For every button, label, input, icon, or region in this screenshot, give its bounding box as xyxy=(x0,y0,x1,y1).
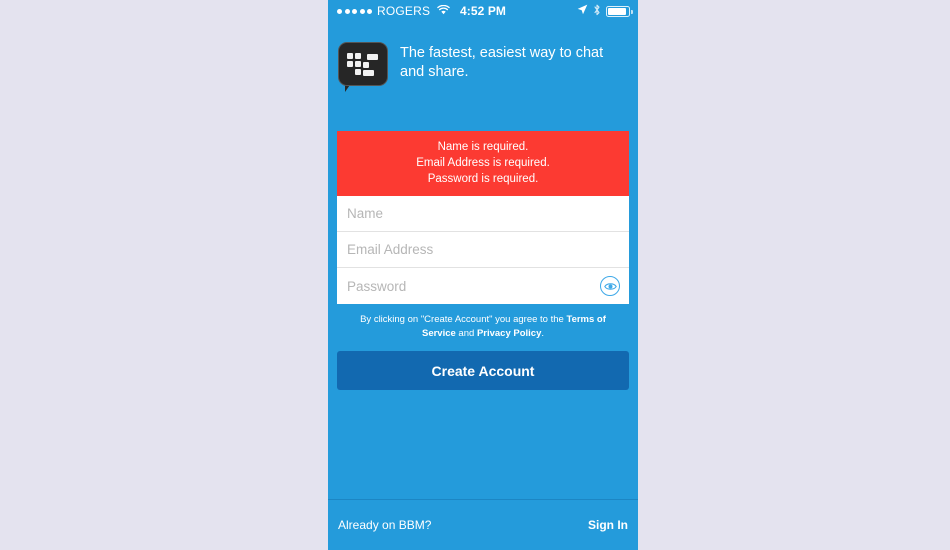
name-input[interactable] xyxy=(347,206,619,221)
email-input[interactable] xyxy=(347,242,619,257)
terms-conjunction: and xyxy=(455,327,477,339)
terms-prefix: By clicking on "Create Account" you agre… xyxy=(360,314,567,325)
battery-icon xyxy=(606,5,633,17)
error-banner: Name is required. Email Address is requi… xyxy=(337,131,629,196)
status-bar-right xyxy=(577,4,633,19)
signup-form: Name is required. Email Address is requi… xyxy=(337,131,629,390)
error-message-email: Email Address is required. xyxy=(416,157,550,169)
password-field-row[interactable] xyxy=(337,268,629,304)
bluetooth-icon xyxy=(593,4,601,19)
email-field-row[interactable] xyxy=(337,232,629,268)
already-on-bbm-label: Already on BBM? xyxy=(338,518,432,532)
phone-screen: ROGERS 4:52 PM The fastest, easiest way … xyxy=(328,0,638,550)
terms-suffix: . xyxy=(541,327,545,339)
sign-in-link[interactable]: Sign In xyxy=(588,518,628,532)
footer-bar: Already on BBM? Sign In xyxy=(328,499,638,550)
input-fields-group xyxy=(337,196,629,304)
password-input[interactable] xyxy=(347,278,619,294)
bbm-logo-icon xyxy=(338,42,388,92)
create-account-button[interactable]: Create Account xyxy=(337,351,629,390)
privacy-policy-link[interactable]: Privacy Policy xyxy=(477,328,541,339)
terms-disclaimer: By clicking on "Create Account" you agre… xyxy=(337,313,629,340)
app-header: The fastest, easiest way to chat and sha… xyxy=(328,36,638,92)
name-field-row[interactable] xyxy=(337,196,629,232)
error-message-password: Password is required. xyxy=(427,173,539,185)
error-message-name: Name is required. xyxy=(437,141,529,153)
eye-icon[interactable] xyxy=(600,276,620,296)
status-bar: ROGERS 4:52 PM xyxy=(328,0,638,22)
screenshot-root: ROGERS 4:52 PM The fastest, easiest way … xyxy=(0,0,950,550)
location-arrow-icon xyxy=(577,4,588,18)
tagline-text: The fastest, easiest way to chat and sha… xyxy=(400,45,604,80)
